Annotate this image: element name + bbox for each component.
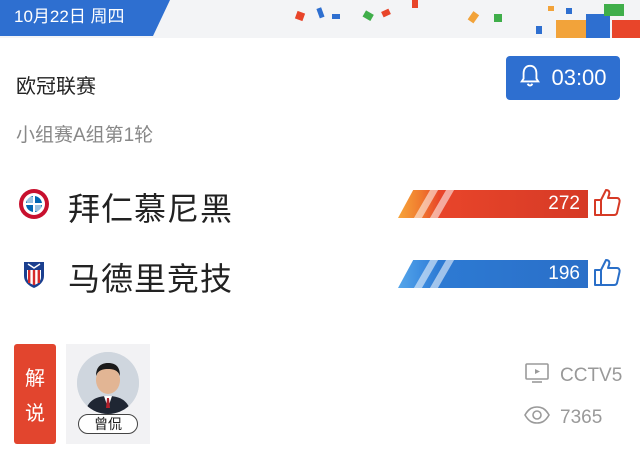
bell-icon	[519, 63, 541, 93]
match-stage: 小组赛A组第1轮	[16, 125, 154, 146]
commentator-name: 曾侃	[78, 414, 138, 434]
commentator-card[interactable]: 曾侃	[66, 344, 150, 444]
reminder-time-button[interactable]: 03:00	[506, 56, 620, 100]
vote-bar: 272	[398, 190, 588, 218]
match-time: 03:00	[551, 65, 607, 90]
channel-name: CCTV5	[560, 365, 623, 386]
tv-icon	[524, 362, 550, 390]
league-name: 欧冠联赛	[16, 76, 96, 98]
team-row-away: 马德里竞技 196	[0, 246, 640, 302]
commentary-badge-char: 说	[25, 403, 45, 425]
team-row-home: 拜仁慕尼黑 272	[0, 176, 640, 232]
header-bar: 10月22日 周四	[0, 0, 640, 38]
vote-bar: 196	[398, 260, 588, 288]
team-name: 拜仁慕尼黑	[68, 191, 234, 227]
bayern-logo-icon	[18, 188, 50, 220]
view-count-info: 7365	[524, 404, 602, 432]
channel-info: CCTV5	[524, 362, 622, 390]
confetti-decoration	[0, 0, 640, 38]
thumbs-up-icon[interactable]	[592, 256, 622, 288]
avatar	[77, 352, 139, 414]
commentary-badge-char: 解	[25, 368, 45, 390]
vote-count: 272	[548, 193, 580, 214]
eye-icon	[524, 404, 550, 432]
thumbs-up-icon[interactable]	[592, 186, 622, 218]
commentary-badge: 解 说	[14, 344, 56, 444]
vote-count: 196	[548, 263, 580, 284]
view-count: 7365	[560, 407, 603, 428]
team-name: 马德里竞技	[68, 261, 234, 297]
atletico-logo-icon	[18, 258, 50, 290]
